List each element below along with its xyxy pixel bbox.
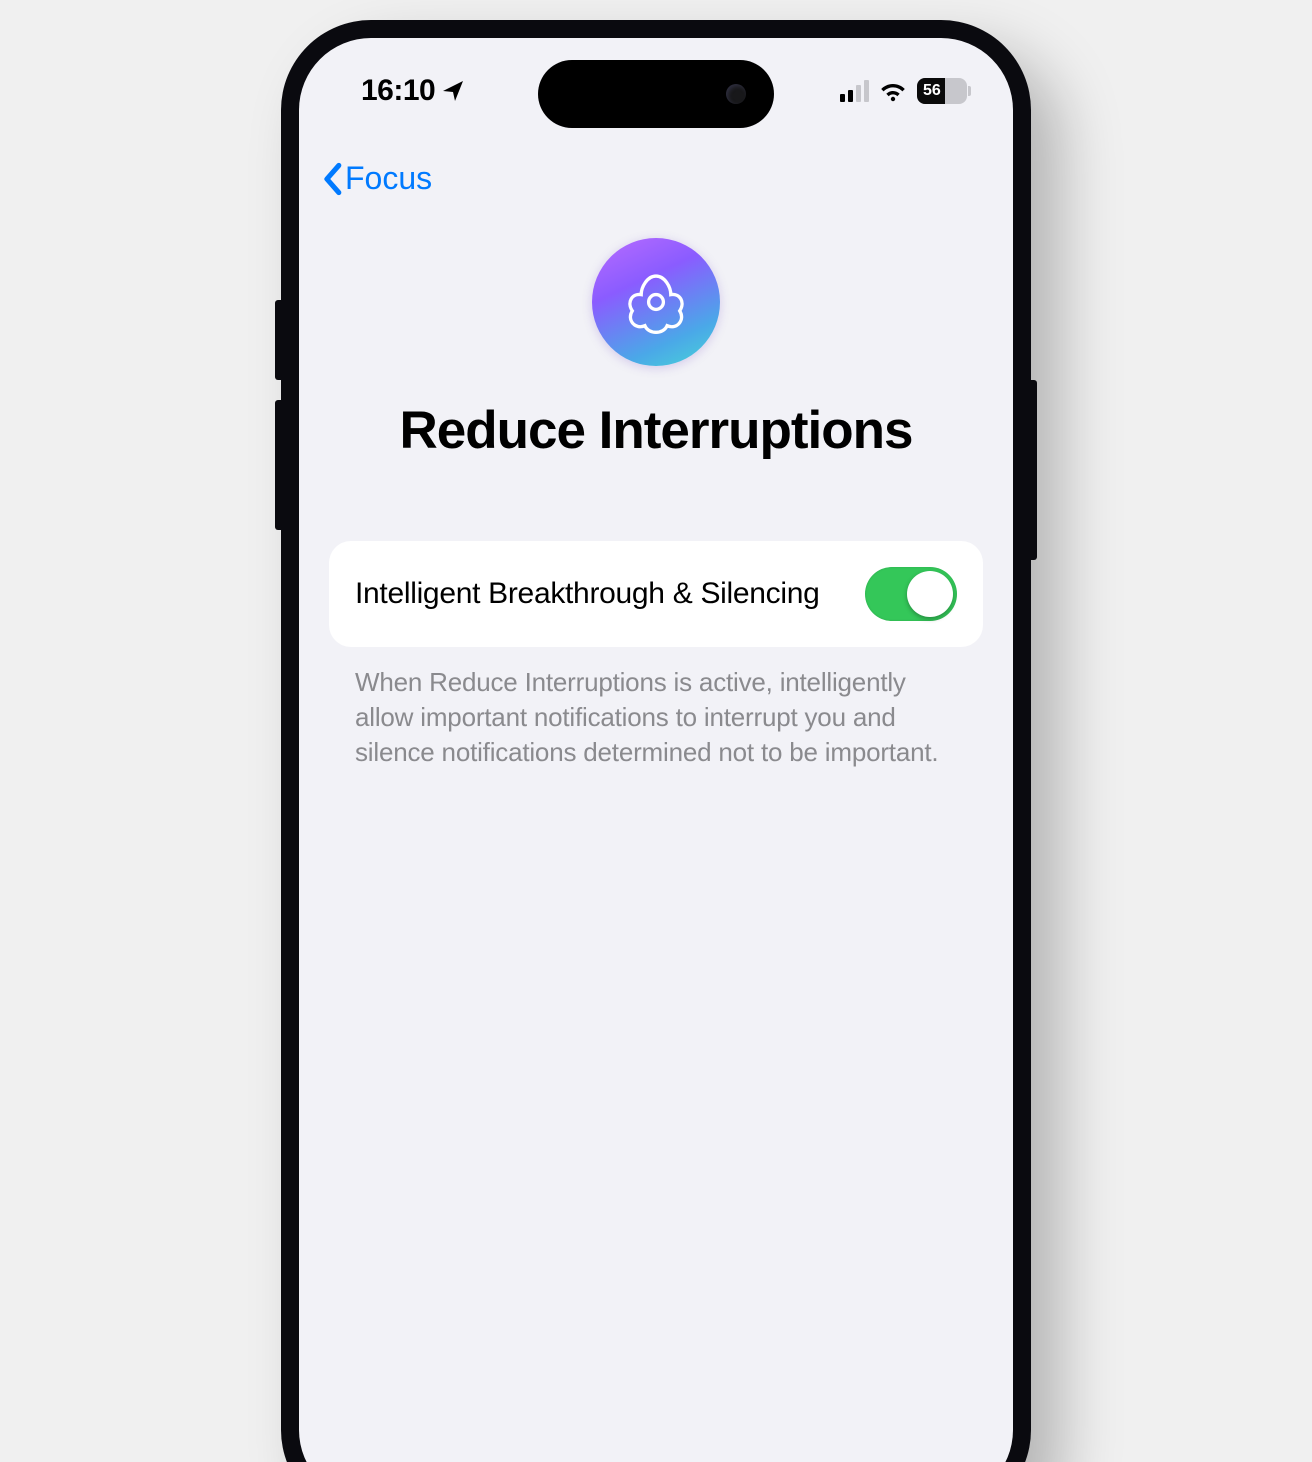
intelligence-icon: [592, 238, 720, 366]
battery-percent: 56: [917, 82, 941, 100]
setting-label: Intelligent Breakthrough & Silencing: [355, 577, 820, 611]
page-title: Reduce Interruptions: [329, 400, 983, 461]
status-right: 56: [840, 78, 967, 104]
phone-frame: 16:10: [281, 20, 1031, 1462]
status-left: 16:10: [361, 74, 465, 108]
toggle-knob: [907, 571, 953, 617]
back-button[interactable]: Focus: [321, 160, 432, 197]
volume-up-button[interactable]: [275, 300, 281, 380]
location-icon: [441, 79, 465, 103]
back-label: Focus: [345, 160, 432, 197]
clock: 16:10: [361, 74, 435, 108]
cellular-icon: [840, 80, 869, 102]
wifi-icon: [879, 80, 907, 102]
power-button[interactable]: [1031, 380, 1037, 560]
setting-row: Intelligent Breakthrough & Silencing: [329, 541, 983, 647]
battery-icon: 56: [917, 78, 967, 104]
setting-toggle[interactable]: [865, 567, 957, 621]
setting-description: When Reduce Interruptions is active, int…: [329, 665, 983, 770]
stage: 16:10: [0, 0, 1312, 731]
nav-bar: Focus: [299, 148, 1013, 209]
screen: 16:10: [299, 38, 1013, 1462]
volume-down-button[interactable]: [275, 400, 281, 530]
dynamic-island: [538, 60, 774, 128]
chevron-left-icon: [321, 162, 343, 196]
content: Reduce Interruptions Intelligent Breakth…: [299, 238, 1013, 770]
